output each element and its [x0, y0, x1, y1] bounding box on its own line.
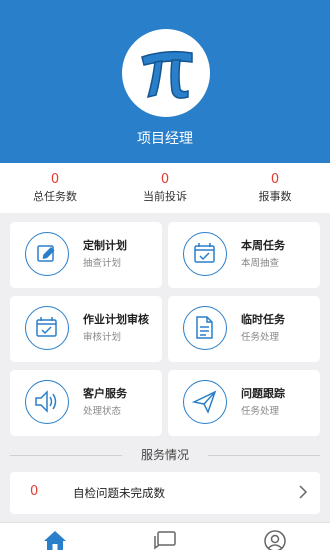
- service-row-label: 自检问题未完成数: [73, 486, 165, 500]
- card-plan-review[interactable]: 作业计划审核 审核计划: [10, 296, 162, 362]
- stat-total-tasks[interactable]: 0 总任务数: [0, 172, 110, 205]
- speaker-icon: [25, 380, 69, 424]
- stat-value: 0: [160, 172, 170, 187]
- card-customer-service[interactable]: 客户服务 处理状态: [10, 370, 162, 436]
- calendar-check-icon: [25, 306, 69, 350]
- service-row[interactable]: 0 自检问题未完成数: [10, 472, 320, 514]
- card-custom-plan[interactable]: 定制计划 抽查计划: [10, 222, 162, 288]
- stat-label: 当前投诉: [143, 190, 187, 203]
- card-subtitle: 任务处理: [241, 406, 280, 417]
- chevron-right-icon: [299, 485, 308, 499]
- card-title: 客户服务: [83, 387, 127, 400]
- stat-value: 0: [50, 172, 60, 187]
- card-title: 作业计划审核: [83, 313, 149, 326]
- calendar-check-icon: [183, 232, 227, 276]
- stat-complaints[interactable]: 0 当前投诉: [110, 172, 220, 205]
- document-icon: [183, 306, 227, 350]
- divider: [208, 455, 320, 456]
- card-title: 临时任务: [241, 313, 285, 326]
- stat-label: 报事数: [258, 190, 292, 203]
- card-issue-tracking[interactable]: 问题跟踪 任务处理: [168, 370, 320, 436]
- card-subtitle: 任务处理: [241, 332, 280, 343]
- stats-bar: 0 总任务数 0 当前投诉 0 报事数: [0, 163, 330, 213]
- stat-label: 总任务数: [33, 190, 77, 203]
- edit-icon: [25, 232, 69, 276]
- avatar[interactable]: [122, 29, 210, 117]
- card-subtitle: 审核计划: [83, 332, 122, 343]
- section-header: 服务情况: [0, 446, 330, 464]
- card-subtitle: 本周抽查: [241, 258, 280, 269]
- card-subtitle: 处理状态: [83, 406, 122, 417]
- stat-reports[interactable]: 0 报事数: [220, 172, 330, 205]
- tab-bar: [0, 522, 330, 550]
- card-temp-tasks[interactable]: 临时任务 任务处理: [168, 296, 320, 362]
- message-icon[interactable]: [152, 529, 178, 550]
- card-title: 本周任务: [241, 239, 285, 252]
- paper-plane-icon: [183, 380, 227, 424]
- pi-logo-icon: [141, 50, 193, 99]
- stat-value: 0: [270, 172, 280, 187]
- service-row-count: 0: [30, 484, 39, 499]
- card-title: 定制计划: [83, 239, 127, 252]
- card-subtitle: 抽查计划: [83, 258, 122, 269]
- card-title: 问题跟踪: [241, 387, 285, 400]
- user-icon[interactable]: [262, 529, 288, 550]
- card-weekly-tasks[interactable]: 本周任务 本周抽查: [168, 222, 320, 288]
- role-title: 项目经理: [137, 131, 193, 147]
- home-icon[interactable]: [42, 529, 68, 550]
- profile-header: 项目经理: [0, 0, 330, 163]
